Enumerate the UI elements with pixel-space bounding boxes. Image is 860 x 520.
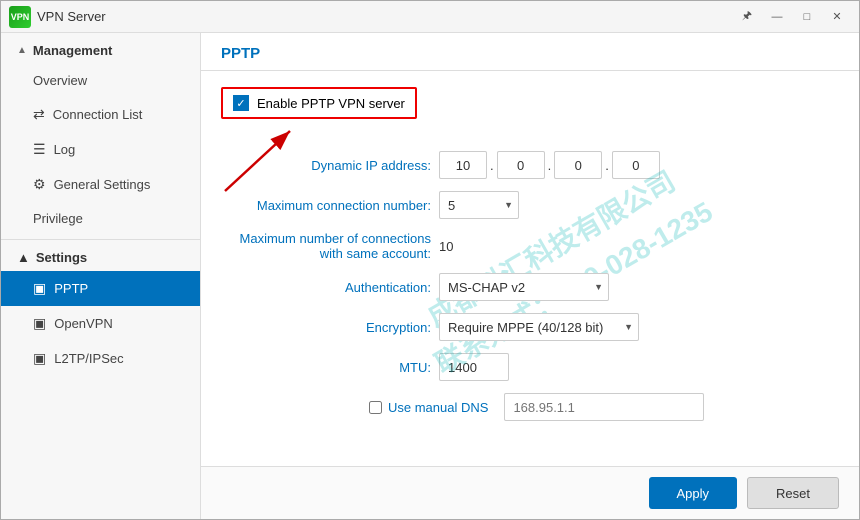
encryption-label: Encryption: (221, 320, 431, 335)
sidebar-item-general-settings[interactable]: ⚙ General Settings (1, 167, 200, 202)
general-settings-icon: ⚙ (33, 176, 46, 193)
dns-label: Use manual DNS (388, 400, 488, 415)
log-icon: ☰ (33, 141, 46, 158)
titlebar-left: VPN VPN Server (9, 6, 106, 28)
pptp-icon: ▣ (33, 280, 46, 297)
maximize-button[interactable]: □ (793, 5, 821, 29)
overview-label: Overview (33, 73, 87, 88)
l2tp-icon: ▣ (33, 350, 46, 367)
enable-checkbox-row: ✓ Enable PPTP VPN server (221, 87, 839, 135)
minimize-button[interactable]: — (763, 5, 791, 29)
dns-row: Use manual DNS (221, 393, 839, 421)
mtu-row: MTU: (221, 353, 839, 381)
max-connection-select-wrapper: 51234 678910 (439, 191, 519, 219)
apply-button[interactable]: Apply (649, 477, 738, 509)
ip-octet2[interactable] (497, 151, 545, 179)
ip-octet4[interactable] (612, 151, 660, 179)
max-same-value: 10 (439, 239, 453, 254)
management-label: Management (33, 43, 112, 58)
window-controls: 🖈 — □ ✕ (733, 5, 851, 29)
mtu-input[interactable] (439, 353, 509, 381)
ip-group: . . . (439, 151, 660, 179)
ip-octet3[interactable] (554, 151, 602, 179)
main-layout: ▲ Management Overview ⇄ Connection List … (1, 33, 859, 519)
main-window: VPN VPN Server 🖈 — □ ✕ ▲ Management Over… (0, 0, 860, 520)
panel-title: PPTP (221, 45, 260, 62)
management-section-header[interactable]: ▲ Management (1, 33, 200, 64)
max-same-row: Maximum number of connectionswith same a… (221, 231, 839, 261)
right-panel: PPTP 成都科汇科技有限公司 联系方式：400-028-1235 (201, 33, 859, 519)
panel-body: 成都科汇科技有限公司 联系方式：400-028-1235 ✓ (201, 71, 859, 466)
max-same-label: Maximum number of connectionswith same a… (221, 231, 431, 261)
dns-label-group: Use manual DNS (221, 400, 488, 415)
encryption-select[interactable]: Require MPPE (40/128 bit) Optional MPPE … (439, 313, 639, 341)
dns-input[interactable] (504, 393, 704, 421)
dns-checkbox[interactable] (369, 401, 382, 414)
settings-chevron-icon: ▲ (17, 250, 30, 265)
auth-label: Authentication: (221, 280, 431, 295)
ip-octet1[interactable] (439, 151, 487, 179)
sidebar: ▲ Management Overview ⇄ Connection List … (1, 33, 201, 519)
sidebar-item-overview[interactable]: Overview (1, 64, 200, 97)
dynamic-ip-row: Dynamic IP address: . . . (221, 151, 839, 179)
settings-section-header[interactable]: ▲ Settings (1, 239, 200, 271)
mtu-label: MTU: (221, 360, 431, 375)
max-connection-label: Maximum connection number: (221, 198, 431, 213)
encryption-row: Encryption: Require MPPE (40/128 bit) Op… (221, 313, 839, 341)
sidebar-item-openvpn[interactable]: ▣ OpenVPN (1, 306, 200, 341)
auth-row: Authentication: MS-CHAP v2 PAP MS-CHAP (221, 273, 839, 301)
max-connection-row: Maximum connection number: 51234 678910 (221, 191, 839, 219)
general-settings-label: General Settings (54, 177, 151, 192)
panel-footer: Apply Reset (201, 466, 859, 519)
ip-dot-1: . (490, 158, 494, 173)
ip-dot-2: . (548, 158, 552, 173)
connection-list-icon: ⇄ (33, 106, 45, 123)
app-logo: VPN (9, 6, 31, 28)
log-label: Log (54, 142, 76, 157)
l2tp-label: L2TP/IPSec (54, 351, 123, 366)
watermark: 成都科汇科技有限公司 联系方式：400-028-1235 (404, 151, 721, 386)
pin-button[interactable]: 🖈 (733, 5, 761, 29)
dynamic-ip-label: Dynamic IP address: (221, 158, 431, 173)
sidebar-item-log[interactable]: ☰ Log (1, 132, 200, 167)
pptp-label: PPTP (54, 281, 88, 296)
enable-label: Enable PPTP VPN server (257, 96, 405, 111)
management-chevron-icon: ▲ (17, 45, 27, 56)
reset-button[interactable]: Reset (747, 477, 839, 509)
close-button[interactable]: ✕ (823, 5, 851, 29)
sidebar-item-pptp[interactable]: ▣ PPTP (1, 271, 200, 306)
connection-list-label: Connection List (53, 107, 143, 122)
sidebar-item-l2tp-ipsec[interactable]: ▣ L2TP/IPSec (1, 341, 200, 376)
auth-select[interactable]: MS-CHAP v2 PAP MS-CHAP (439, 273, 609, 301)
enable-checkbox[interactable]: ✓ (233, 95, 249, 111)
panel-header: PPTP (201, 33, 859, 71)
openvpn-label: OpenVPN (54, 316, 113, 331)
encryption-select-wrapper: Require MPPE (40/128 bit) Optional MPPE … (439, 313, 639, 341)
privilege-label: Privilege (33, 211, 83, 226)
max-connection-select[interactable]: 51234 678910 (439, 191, 519, 219)
settings-label: Settings (36, 250, 87, 265)
titlebar: VPN VPN Server 🖈 — □ ✕ (1, 1, 859, 33)
enable-checkbox-wrapper[interactable]: ✓ Enable PPTP VPN server (221, 87, 417, 119)
ip-dot-3: . (605, 158, 609, 173)
window-title: VPN Server (37, 9, 106, 24)
sidebar-item-privilege[interactable]: Privilege (1, 202, 200, 235)
openvpn-icon: ▣ (33, 315, 46, 332)
sidebar-item-connection-list[interactable]: ⇄ Connection List (1, 97, 200, 132)
auth-select-wrapper: MS-CHAP v2 PAP MS-CHAP (439, 273, 609, 301)
